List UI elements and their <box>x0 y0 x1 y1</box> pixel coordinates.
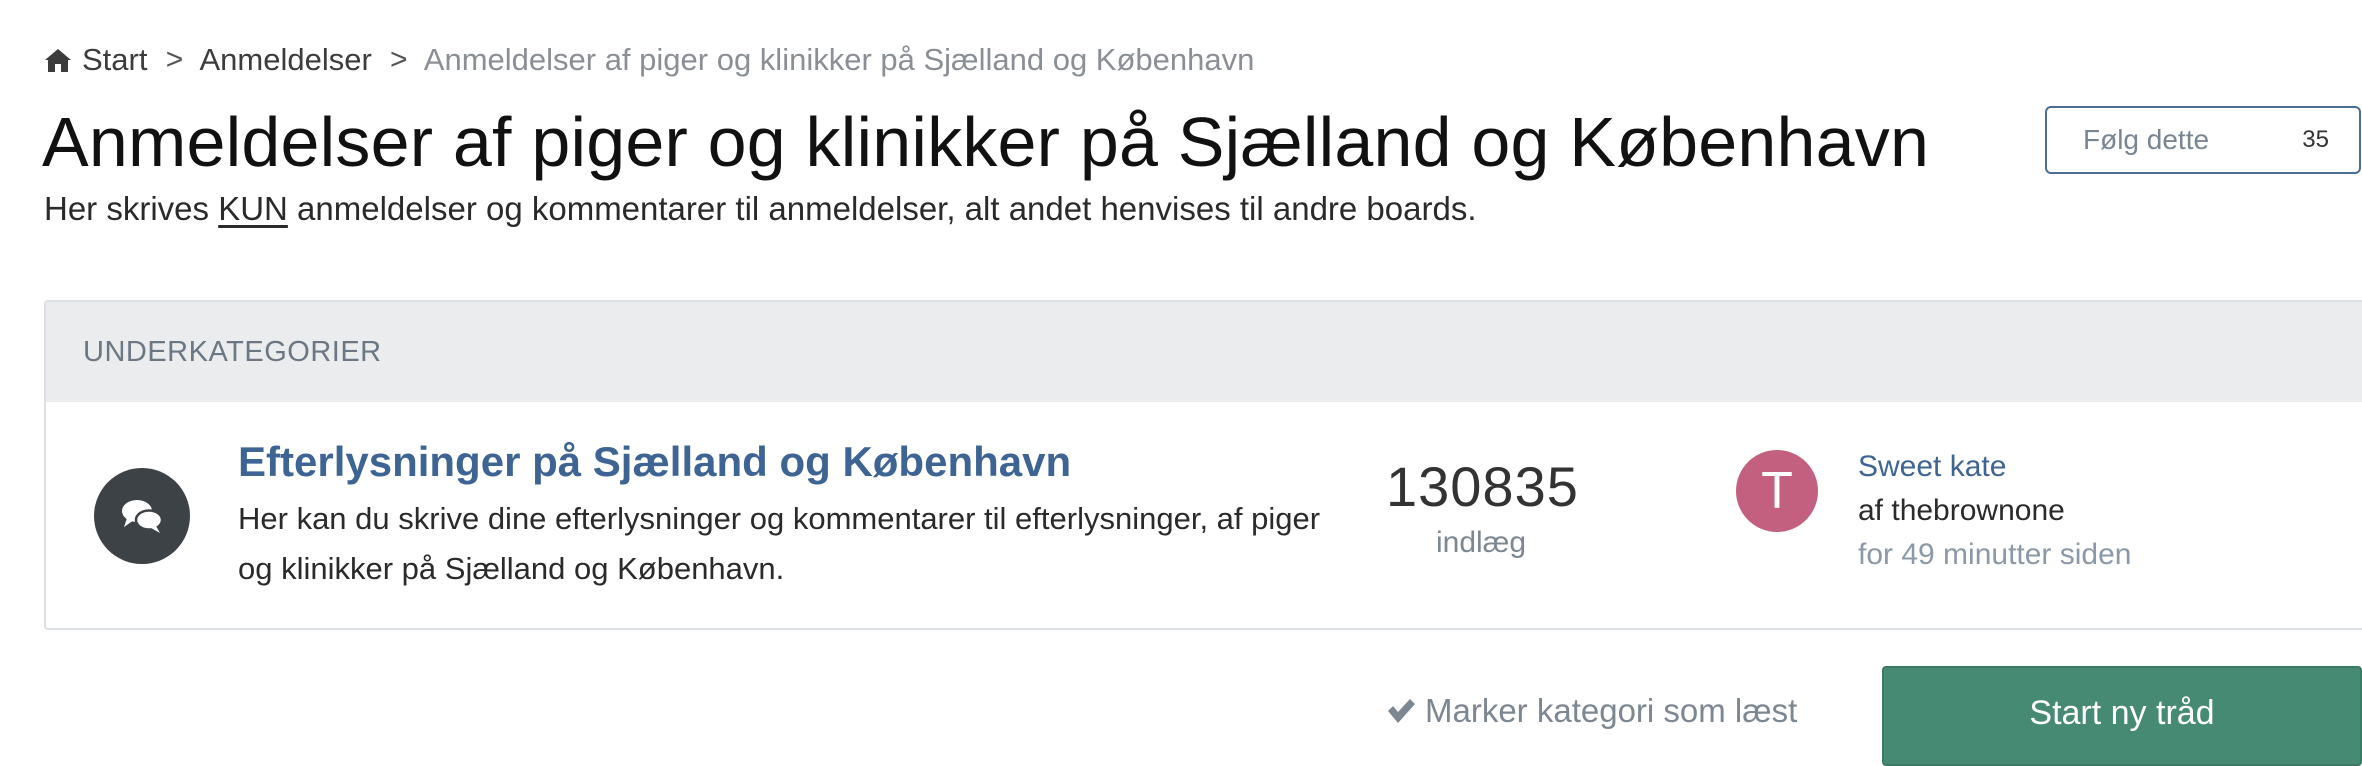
follow-button[interactable]: Følg dette 35 <box>2045 106 2361 174</box>
start-new-thread-button[interactable]: Start ny tråd <box>1882 666 2362 766</box>
check-icon <box>1388 699 1415 723</box>
page-description: Her skrives KUN anmeldelser og kommentar… <box>44 190 1477 228</box>
breadcrumb-separator: > <box>165 43 184 76</box>
avatar[interactable]: T <box>1736 450 1818 532</box>
forum-description: Her kan du skrive dine efterlysninger og… <box>238 501 1321 586</box>
mark-category-read-button[interactable]: Marker kategori som læst <box>1385 688 1797 734</box>
subcategories-header: UNDERKATEGORIER <box>46 302 2362 402</box>
subcategories-panel: UNDERKATEGORIER Efterlysninger på Sjælla… <box>44 300 2362 630</box>
last-post-author: af thebrownone <box>1858 494 2065 527</box>
breadcrumb-label: Anmeldelser af piger og klinikker på Sjæ… <box>423 42 1255 77</box>
chat-bubbles-icon <box>94 468 190 564</box>
breadcrumb-item-start[interactable]: Start <box>44 42 147 78</box>
home-icon <box>45 49 71 72</box>
last-post-time: for 49 minutter siden <box>1858 538 2132 571</box>
forum-row: Efterlysninger på Sjælland og København … <box>46 402 2362 628</box>
breadcrumb-separator: > <box>390 43 408 76</box>
page-title: Anmeldelser af piger og klinikker på Sjæ… <box>42 103 1930 181</box>
breadcrumb-item-anmeldelser[interactable]: Anmeldelser <box>199 42 371 78</box>
follower-count: 35 <box>2302 126 2329 153</box>
breadcrumb-label[interactable]: Anmeldelser <box>199 42 371 78</box>
description-emphasis: KUN <box>218 190 288 227</box>
post-count: 130835 <box>1386 455 1579 518</box>
description-text: Her skrives <box>44 190 219 227</box>
breadcrumb-label[interactable]: Start <box>82 42 147 78</box>
breadcrumb-item-current: Anmeldelser af piger og klinikker på Sjæ… <box>424 42 1255 78</box>
mark-read-label: Marker kategori som læst <box>1425 692 1798 729</box>
description-text: anmeldelser og kommentarer til anmeldels… <box>287 190 1477 227</box>
post-count-label: indlæg <box>1435 526 1527 559</box>
breadcrumb: Start > Anmeldelser > Anmeldelser af pig… <box>44 40 1254 80</box>
forum-title-link[interactable]: Efterlysninger på Sjælland og København <box>238 438 1071 486</box>
last-post-title-link[interactable]: Sweet kate <box>1858 450 2006 484</box>
follow-label: Følg dette <box>2083 124 2210 155</box>
